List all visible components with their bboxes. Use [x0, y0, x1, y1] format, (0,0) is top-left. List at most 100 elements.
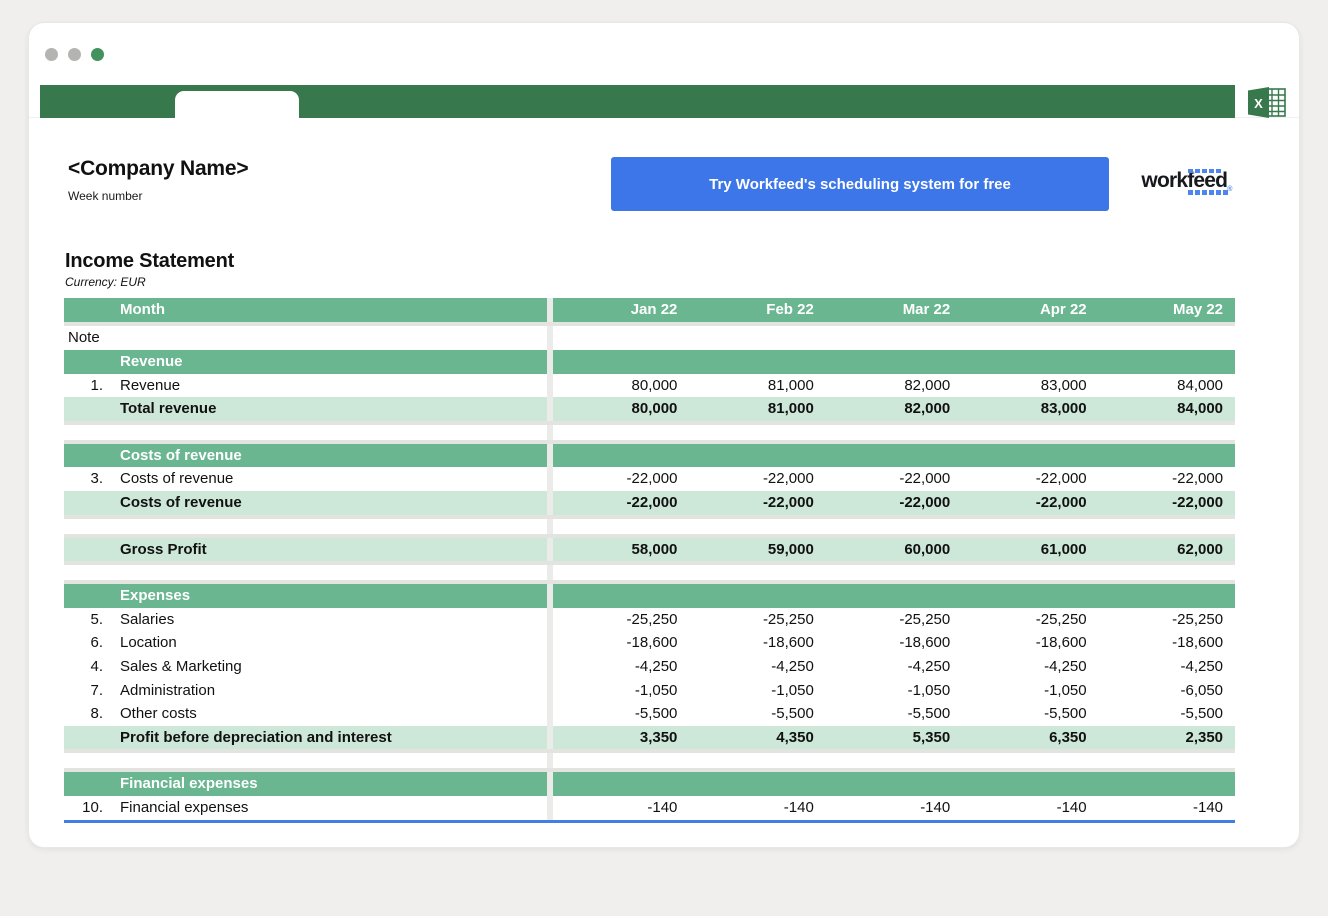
row-21-values: -5,500-5,500-5,500-5,500-5,500: [553, 702, 1235, 726]
total-row: Total revenue80,00081,00082,00083,00084,…: [64, 397, 1235, 421]
row-18-value-1: -18,600: [689, 631, 825, 655]
svg-text:X: X: [1254, 96, 1263, 111]
row-26-value-0: [553, 772, 689, 796]
row-2-value-1: 81,000: [689, 397, 825, 421]
note-label: Note: [64, 326, 120, 350]
spacer-cell: [120, 519, 547, 534]
row-22-value-0: 3,350: [553, 726, 689, 750]
row-19-value-4: -4,250: [1099, 655, 1235, 679]
spacer-cell: [553, 425, 1235, 440]
row-26-values: [553, 772, 1235, 796]
row-27-value-4: -140: [1099, 796, 1235, 820]
note-row-value-3: [962, 326, 1098, 350]
row-16-value-3: [962, 584, 1098, 608]
section-header-row: Costs of revenue: [64, 444, 1235, 468]
row-8-values: -22,000-22,000-22,000-22,000-22,000: [553, 491, 1235, 515]
row-1-values: 80,00081,00082,00083,00084,000: [553, 374, 1235, 398]
note-row-value-1: [689, 326, 825, 350]
active-tab[interactable]: [175, 91, 299, 118]
excel-icon[interactable]: X: [1248, 86, 1288, 119]
row-27-value-1: -140: [689, 796, 825, 820]
spacer-cell: [64, 565, 120, 580]
row-8-value-4: -22,000: [1099, 491, 1235, 515]
row-6-value-0: [553, 444, 689, 468]
workfeed-logo-feed: feed: [1187, 169, 1227, 193]
blueline-cell: [120, 820, 547, 823]
row-19-value-3: -4,250: [962, 655, 1098, 679]
row-16-value-4: [1099, 584, 1235, 608]
row-0-value-4: [1099, 350, 1235, 374]
row-label: Location: [120, 631, 547, 655]
row-21-value-4: -5,500: [1099, 702, 1235, 726]
row-label: Costs of revenue: [120, 491, 547, 515]
row-27-value-2: -140: [826, 796, 962, 820]
row-6-value-2: [826, 444, 962, 468]
row-26-value-3: [962, 772, 1098, 796]
row-number: 4.: [64, 655, 120, 679]
row-0-value-2: [826, 350, 962, 374]
row-12-value-1: 59,000: [689, 538, 825, 562]
row-label: Revenue: [120, 350, 547, 374]
row-label: Profit before depreciation and interest: [120, 726, 547, 750]
row-2-value-2: 82,000: [826, 397, 962, 421]
week-number-label: Week number: [68, 189, 611, 203]
row-8-value-3: -22,000: [962, 491, 1098, 515]
row-12-value-3: 61,000: [962, 538, 1098, 562]
note-row-value-4: [1099, 326, 1235, 350]
row-20-value-2: -1,050: [826, 679, 962, 703]
currency-subtitle: Currency: EUR: [65, 275, 1264, 289]
row-1-value-3: 83,000: [962, 374, 1098, 398]
row-number: 1.: [64, 374, 120, 398]
table-row: 6.Location-18,600-18,600-18,600-18,600-1…: [64, 631, 1235, 655]
row-7-values: -22,000-22,000-22,000-22,000-22,000: [553, 467, 1235, 491]
spacer-cell: [120, 565, 547, 580]
try-workfeed-cta-button[interactable]: Try Workfeed's scheduling system for fre…: [611, 157, 1109, 211]
total-row: Profit before depreciation and interest3…: [64, 726, 1235, 750]
row-21-value-3: -5,500: [962, 702, 1098, 726]
window-dot-expand[interactable]: [91, 48, 104, 61]
row-20-values: -1,050-1,050-1,050-1,050-6,050: [553, 679, 1235, 703]
note-row-spacer: [120, 326, 547, 350]
table-row: 5.Salaries-25,250-25,250-25,250-25,250-2…: [64, 608, 1235, 632]
row-number: [64, 350, 120, 374]
row-0-value-1: [689, 350, 825, 374]
row-18-values: -18,600-18,600-18,600-18,600-18,600: [553, 631, 1235, 655]
row-7-value-3: -22,000: [962, 467, 1098, 491]
row-2-values: 80,00081,00082,00083,00084,000: [553, 397, 1235, 421]
row-21-value-0: -5,500: [553, 702, 689, 726]
row-6-value-3: [962, 444, 1098, 468]
row-8-value-1: -22,000: [689, 491, 825, 515]
window-dot-close[interactable]: [45, 48, 58, 61]
row-27-values: -140-140-140-140-140: [553, 796, 1235, 820]
table-row: 1.Revenue80,00081,00082,00083,00084,000: [64, 374, 1235, 398]
table-row: 4.Sales & Marketing-4,250-4,250-4,250-4,…: [64, 655, 1235, 679]
row-label: Sales & Marketing: [120, 655, 547, 679]
row-16-value-2: [826, 584, 962, 608]
spacer-cell: [120, 753, 547, 768]
month-header-value-2: Mar 22: [826, 298, 962, 322]
row-19-value-2: -4,250: [826, 655, 962, 679]
row-6-value-4: [1099, 444, 1235, 468]
row-12-value-0: 58,000: [553, 538, 689, 562]
note-row-value-0: [553, 326, 689, 350]
row-27-value-3: -140: [962, 796, 1098, 820]
row-16-value-0: [553, 584, 689, 608]
blueline-cell: [553, 820, 1235, 823]
table-row: 3.Costs of revenue-22,000-22,000-22,000-…: [64, 467, 1235, 491]
row-12-value-4: 62,000: [1099, 538, 1235, 562]
window-dot-minimize[interactable]: [68, 48, 81, 61]
note-row: Note: [64, 326, 1235, 350]
blueline-cell: [64, 820, 120, 823]
spacer-cell: [64, 425, 120, 440]
row-27-value-0: -140: [553, 796, 689, 820]
row-19-value-0: -4,250: [553, 655, 689, 679]
row-17-value-2: -25,250: [826, 608, 962, 632]
table-spacer-row: [64, 425, 1235, 440]
row-20-value-3: -1,050: [962, 679, 1098, 703]
section-header-row: Expenses: [64, 584, 1235, 608]
row-22-value-4: 2,350: [1099, 726, 1235, 750]
row-18-value-4: -18,600: [1099, 631, 1235, 655]
month-header-values: Jan 22Feb 22Mar 22Apr 22May 22: [553, 298, 1235, 322]
row-number: 7.: [64, 679, 120, 703]
row-label: Costs of revenue: [120, 444, 547, 468]
